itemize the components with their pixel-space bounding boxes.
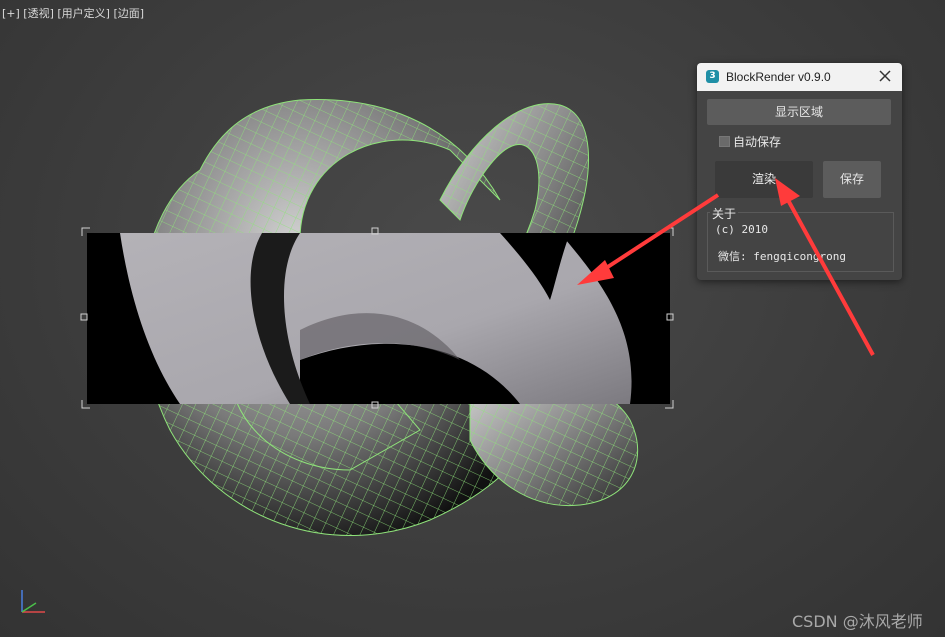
render-button[interactable]: 渲染 — [715, 161, 813, 198]
about-title: 关于 — [710, 205, 739, 222]
dialog-titlebar[interactable]: 3 BlockRender v0.9.0 — [697, 63, 902, 91]
wechat-text: 微信: fengqicongrong — [718, 250, 846, 263]
save-button[interactable]: 保存 — [823, 161, 881, 198]
dialog-title: BlockRender v0.9.0 — [726, 70, 831, 84]
app-icon: 3 — [706, 70, 719, 83]
blockrender-dialog: 3 BlockRender v0.9.0 显示区域 自动保存 渲染 保存 关于 … — [697, 63, 902, 280]
autosave-label[interactable]: 自动保存 — [733, 133, 781, 150]
render-region[interactable] — [80, 227, 674, 409]
autosave-checkbox[interactable] — [719, 136, 730, 147]
close-icon[interactable] — [876, 67, 894, 85]
copyright-text: (c) 2010 — [715, 223, 768, 236]
show-region-button[interactable]: 显示区域 — [707, 99, 891, 125]
watermark: CSDN @沐风老师 — [792, 612, 923, 631]
viewport-label[interactable]: [+] [透视] [用户定义] [边面] — [2, 5, 144, 21]
axis-gizmo — [21, 590, 45, 613]
